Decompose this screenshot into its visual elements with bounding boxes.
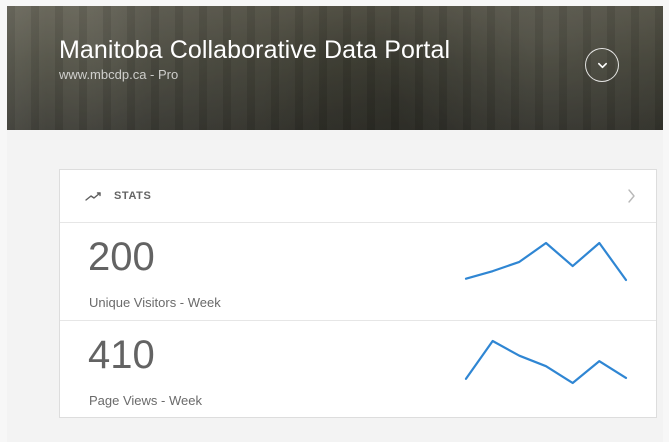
stats-card: STATS 200 Unique Visitors - Week 410 Pag… bbox=[59, 169, 657, 418]
portal-menu-button[interactable] bbox=[585, 48, 619, 82]
metric-value: 410 bbox=[88, 333, 155, 377]
portal-url: www.mbcdp.ca bbox=[59, 66, 147, 82]
chevron-down-icon bbox=[597, 62, 607, 68]
subtitle-separator: - bbox=[146, 66, 158, 82]
metric-label: Page Views - Week bbox=[89, 393, 202, 408]
portal-header-content: Manitoba Collaborative Data Portal www.m… bbox=[59, 36, 450, 82]
stats-label: STATS bbox=[114, 190, 152, 202]
page-views-sparkline bbox=[464, 339, 628, 385]
metric-label: Unique Visitors - Week bbox=[89, 295, 221, 310]
portal-plan: Pro bbox=[157, 66, 179, 82]
portal-subtitle: www.mbcdp.ca - Pro bbox=[59, 67, 450, 82]
portal-header: Manitoba Collaborative Data Portal www.m… bbox=[7, 6, 663, 130]
metric-row-unique-visitors[interactable]: 200 Unique Visitors - Week bbox=[60, 223, 656, 321]
metric-row-page-views[interactable]: 410 Page Views - Week bbox=[60, 321, 656, 419]
metric-value: 200 bbox=[88, 235, 155, 279]
unique-visitors-sparkline bbox=[464, 241, 628, 282]
trend-up-icon bbox=[85, 192, 101, 201]
stats-card-header[interactable]: STATS bbox=[60, 170, 656, 223]
portal-title: Manitoba Collaborative Data Portal bbox=[59, 36, 451, 64]
chevron-right-icon[interactable] bbox=[627, 188, 636, 204]
